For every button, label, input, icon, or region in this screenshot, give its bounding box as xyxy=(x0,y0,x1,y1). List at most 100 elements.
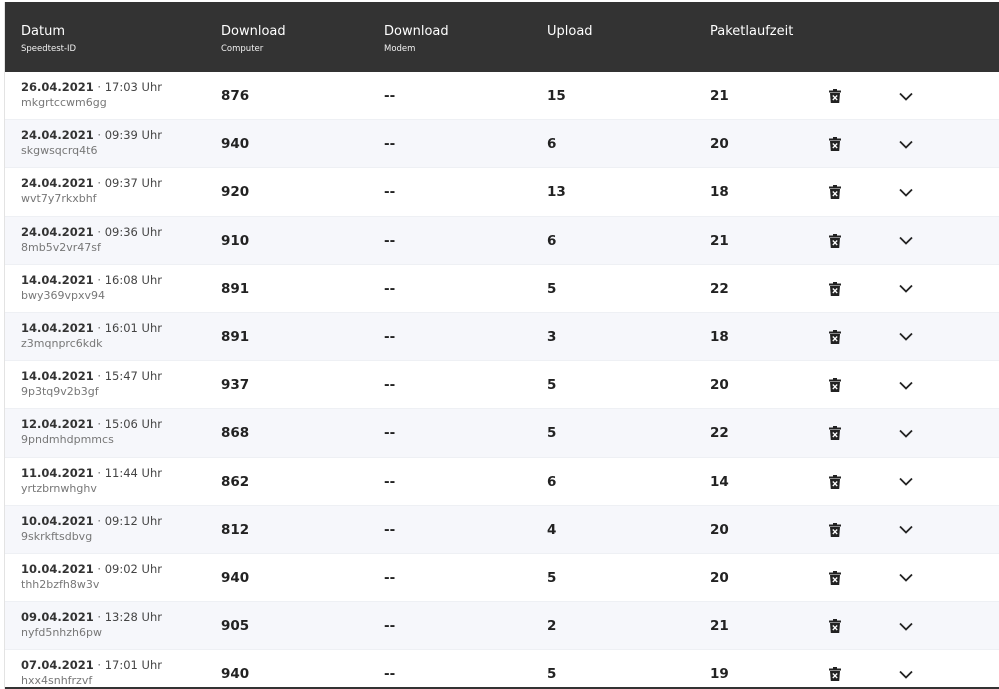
header-paketlaufzeit[interactable]: Paketlaufzeit xyxy=(710,24,793,40)
expand-button[interactable] xyxy=(897,88,915,104)
delete-button[interactable] xyxy=(827,425,843,441)
table-row[interactable]: 24.04.2021 · 09:36 Uhr 8mb5v2vr47sf 910 … xyxy=(5,216,999,265)
delete-button[interactable] xyxy=(827,184,843,200)
row-time: 15:06 Uhr xyxy=(104,417,162,432)
table-row[interactable]: 10.04.2021 · 09:02 Uhr thh2bzfh8w3v 940 … xyxy=(5,553,999,603)
row-upload: 5 xyxy=(547,666,557,683)
delete-button[interactable] xyxy=(827,474,843,490)
header-upload[interactable]: Upload xyxy=(547,24,593,40)
chevron-down-icon xyxy=(899,381,913,390)
row-date: 14.04.2021 xyxy=(21,272,94,287)
expand-button[interactable] xyxy=(897,666,915,682)
date-cell: 24.04.2021 · 09:39 Uhr skgwsqcrq4t6 xyxy=(21,128,162,158)
trash-icon xyxy=(829,619,841,634)
expand-button[interactable] xyxy=(897,474,915,490)
chevron-down-icon xyxy=(899,140,913,149)
row-date: 26.04.2021 xyxy=(21,80,94,94)
expand-button[interactable] xyxy=(897,136,915,152)
delete-button[interactable] xyxy=(827,88,843,104)
table-row[interactable]: 14.04.2021 · 16:01 Uhr z3mqnprc6kdk 891 … xyxy=(5,312,999,362)
row-speedtest-id: bwy369vpxv94 xyxy=(21,288,105,302)
table-row[interactable]: 09.04.2021 · 13:28 Uhr nyfd5nhzh6pw 905 … xyxy=(5,602,999,651)
row-time: 17:03 Uhr xyxy=(104,80,162,94)
table-row[interactable]: 07.04.2021 · 17:01 Uhr hxx4snhfrzvf 940 … xyxy=(5,650,999,689)
row-upload: 4 xyxy=(547,521,557,538)
row-download-modem: -- xyxy=(384,280,396,297)
header-upload-label: Upload xyxy=(547,24,593,39)
expand-button[interactable] xyxy=(897,618,915,634)
row-latency: 20 xyxy=(710,521,729,538)
table-body: 26.04.2021 · 17:03 Uhr mkgrtccwm6gg 876 … xyxy=(5,72,999,689)
row-date: 14.04.2021 xyxy=(21,369,94,384)
row-date: 10.04.2021 xyxy=(21,513,94,528)
trash-icon xyxy=(829,329,841,344)
table-row[interactable]: 24.04.2021 · 09:37 Uhr wvt7y7rkxbhf 920 … xyxy=(5,168,999,217)
delete-button[interactable] xyxy=(827,570,843,586)
row-download-modem: -- xyxy=(384,377,396,394)
header-download-computer-sublabel: Computer xyxy=(221,44,264,54)
table-row[interactable]: 12.04.2021 · 15:06 Uhr 9pndmhdpmmcs 868 … xyxy=(5,409,999,458)
row-download-modem: -- xyxy=(384,136,396,153)
table-row[interactable]: 11.04.2021 · 11:44 Uhr yrtzbrnwhghv 862 … xyxy=(5,457,999,506)
row-latency: 21 xyxy=(710,232,729,249)
row-latency: 22 xyxy=(710,425,729,442)
expand-button[interactable] xyxy=(897,281,915,297)
row-speedtest-id: 8mb5v2vr47sf xyxy=(21,240,101,254)
row-latency: 20 xyxy=(710,569,729,586)
row-upload: 5 xyxy=(547,425,557,442)
expand-button[interactable] xyxy=(897,522,915,538)
expand-button[interactable] xyxy=(897,570,915,586)
row-download-modem: -- xyxy=(384,425,396,442)
row-download-computer: 920 xyxy=(221,184,250,201)
table-row[interactable]: 14.04.2021 · 15:47 Uhr 9p3tq9v2b3gf 937 … xyxy=(5,361,999,410)
row-upload: 5 xyxy=(547,569,557,586)
row-date: 07.04.2021 xyxy=(21,658,94,673)
row-download-modem: -- xyxy=(384,569,396,586)
expand-button[interactable] xyxy=(897,233,915,249)
expand-button[interactable] xyxy=(897,425,915,441)
chevron-down-icon xyxy=(899,92,913,101)
delete-button[interactable] xyxy=(827,136,843,152)
delete-button[interactable] xyxy=(827,233,843,249)
delete-button[interactable] xyxy=(827,329,843,345)
row-date: 11.04.2021 xyxy=(21,465,94,480)
trash-icon xyxy=(829,426,841,441)
header-download-modem-sublabel: Modem xyxy=(384,44,416,54)
delete-button[interactable] xyxy=(827,522,843,538)
row-speedtest-id: mkgrtccwm6gg xyxy=(21,96,107,109)
expand-button[interactable] xyxy=(897,329,915,345)
row-download-modem: -- xyxy=(384,666,396,683)
speedtest-history-table: Datum Speedtest-ID Download Computer Dow… xyxy=(4,2,999,689)
row-date: 24.04.2021 xyxy=(21,176,94,191)
header-download-computer-label: Download xyxy=(221,24,286,39)
delete-button[interactable] xyxy=(827,666,843,682)
date-cell: 07.04.2021 · 17:01 Uhr hxx4snhfrzvf xyxy=(21,658,162,688)
row-download-computer: 891 xyxy=(221,328,250,345)
header-download-computer[interactable]: Download Computer xyxy=(221,24,286,55)
delete-button[interactable] xyxy=(827,281,843,297)
row-time: 17:01 Uhr xyxy=(104,658,162,673)
delete-button[interactable] xyxy=(827,618,843,634)
row-download-computer: 937 xyxy=(221,377,250,394)
trash-icon xyxy=(829,474,841,489)
table-row[interactable]: 26.04.2021 · 17:03 Uhr mkgrtccwm6gg 876 … xyxy=(5,72,999,121)
row-latency: 21 xyxy=(710,88,729,104)
header-download-modem[interactable]: Download Modem xyxy=(384,24,449,55)
row-upload: 6 xyxy=(547,136,557,153)
row-speedtest-id: yrtzbrnwhghv xyxy=(21,481,97,495)
table-row[interactable]: 10.04.2021 · 09:12 Uhr 9skrkftsdbvg 812 … xyxy=(5,505,999,554)
row-date: 09.04.2021 xyxy=(21,610,94,625)
delete-button[interactable] xyxy=(827,377,843,393)
row-speedtest-id: z3mqnprc6kdk xyxy=(21,336,103,350)
header-datum[interactable]: Datum Speedtest-ID xyxy=(21,24,76,55)
chevron-down-icon xyxy=(899,285,913,294)
table-row[interactable]: 24.04.2021 · 09:39 Uhr skgwsqcrq4t6 940 … xyxy=(5,120,999,169)
row-time: 13:28 Uhr xyxy=(104,610,162,625)
row-download-computer: 876 xyxy=(221,88,250,104)
row-speedtest-id: wvt7y7rkxbhf xyxy=(21,192,97,206)
table-row[interactable]: 14.04.2021 · 16:08 Uhr bwy369vpxv94 891 … xyxy=(5,264,999,313)
row-date: 24.04.2021 xyxy=(21,224,94,239)
expand-button[interactable] xyxy=(897,184,915,200)
row-upload: 3 xyxy=(547,328,557,345)
expand-button[interactable] xyxy=(897,377,915,393)
